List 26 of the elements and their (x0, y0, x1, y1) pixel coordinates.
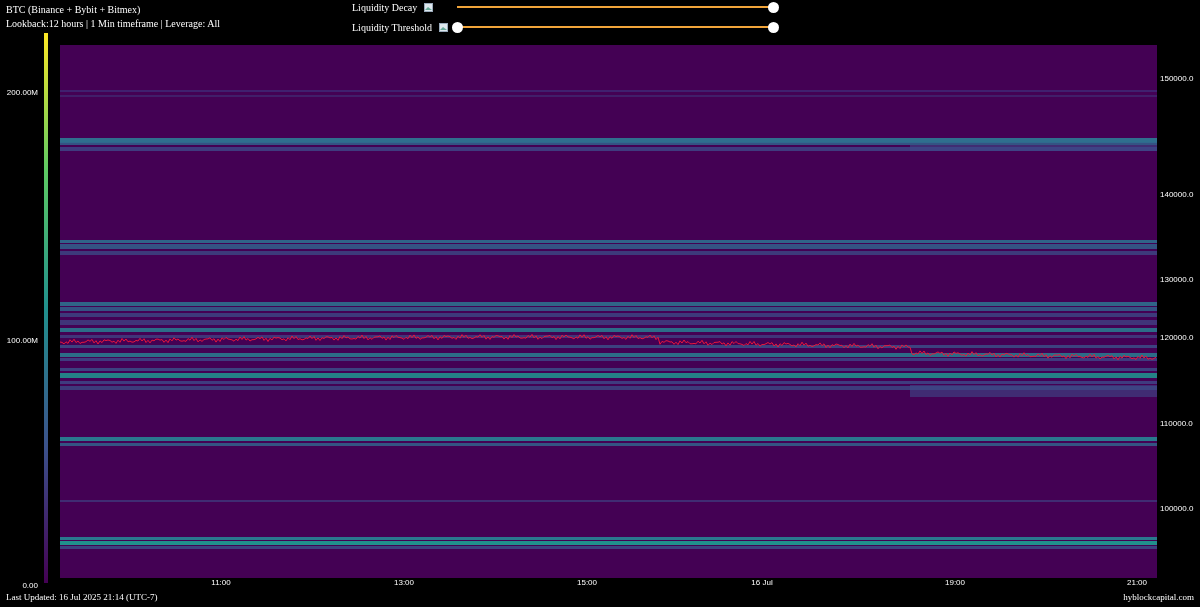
colorbar-tick-label: 0.00 (22, 580, 38, 590)
slider-thumb[interactable] (452, 21, 463, 33)
time-axis-label: 13:00 (394, 578, 414, 587)
time-axis-label: 15:00 (577, 578, 597, 587)
time-axis-label: 19:00 (945, 578, 965, 587)
last-updated-text: Last Updated: 16 Jul 2025 21:14 (UTC-7) (6, 592, 158, 602)
time-axis-label: 16 Jul (751, 578, 773, 587)
price-axis-label: 130000.0 (1160, 274, 1194, 284)
slider-label: Liquidity Decay (352, 1, 418, 13)
colorbar-tick-label: 200.00M (6, 87, 38, 97)
colorbar-tick-label: 100.00M (6, 335, 38, 345)
chart-subtitle: Lookback:12 hours | 1 Min timeframe | Leverage: All (6, 17, 221, 31)
time-axis-label: 11:00 (211, 578, 231, 587)
site-name: hyblockcapital.com (1123, 592, 1194, 602)
slider-thumb[interactable] (768, 1, 779, 13)
price-axis-label: 120000.0 (1160, 332, 1194, 342)
price-axis-label: 110000.0 (1160, 418, 1193, 428)
price-axis-label: 150000.0 (1160, 73, 1194, 83)
price-axis-label: 140000.0 (1160, 189, 1194, 199)
broken-image-icon (439, 22, 449, 32)
broken-image-icon (424, 2, 434, 12)
price-axis-label: 100000.0 (1160, 503, 1194, 513)
slider-thumb[interactable] (768, 21, 779, 33)
time-axis-label: 21:00 (1127, 578, 1147, 587)
chart-title: BTC (Binance + Bybit + Bitmex) (6, 3, 142, 17)
slider-label: Liquidity Threshold (352, 21, 433, 33)
